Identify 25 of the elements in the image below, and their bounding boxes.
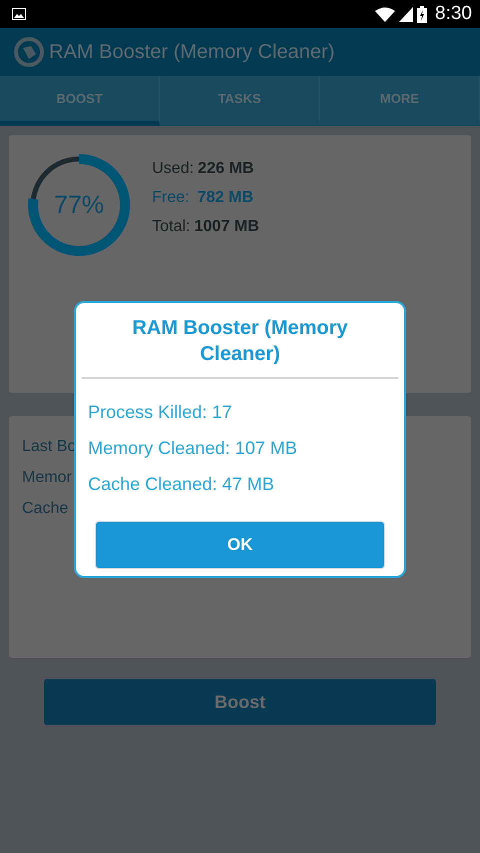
stat-label: Used:	[152, 160, 194, 178]
percent-label: 77%	[54, 191, 104, 219]
boost-button[interactable]: Boost	[44, 679, 436, 725]
dialog-title: RAM Booster (Memory Cleaner)	[131, 316, 349, 367]
stat-value: 782 MB	[197, 189, 254, 207]
signal-icon	[399, 6, 414, 22]
clock: 8:30	[435, 3, 472, 25]
picture-icon	[12, 8, 26, 20]
app-title: RAM Booster (Memory Cleaner)	[49, 40, 335, 64]
stat-value: 1007 MB	[194, 218, 260, 236]
app-logo-icon	[13, 36, 45, 68]
result-text: Memory Cleaned: 107 MB	[88, 437, 298, 459]
result-text: Cache Cleaned: 47 MB	[88, 473, 276, 495]
boost-info-text: Memor	[22, 469, 72, 487]
stat-label: Free:	[152, 189, 190, 207]
boost-info-text: Cache	[22, 500, 68, 518]
tab[interactable]: TASKS	[160, 76, 320, 126]
result-text: Process Killed: 17	[88, 401, 234, 423]
tab[interactable]: MORE	[320, 76, 480, 126]
ok-button[interactable]: OK	[95, 521, 385, 569]
tab[interactable]: BOOST	[0, 76, 160, 126]
battery-icon	[417, 6, 428, 22]
wifi-icon	[375, 6, 396, 22]
stat-label: Total:	[152, 218, 190, 236]
stat-value: 226 MB	[198, 160, 254, 178]
